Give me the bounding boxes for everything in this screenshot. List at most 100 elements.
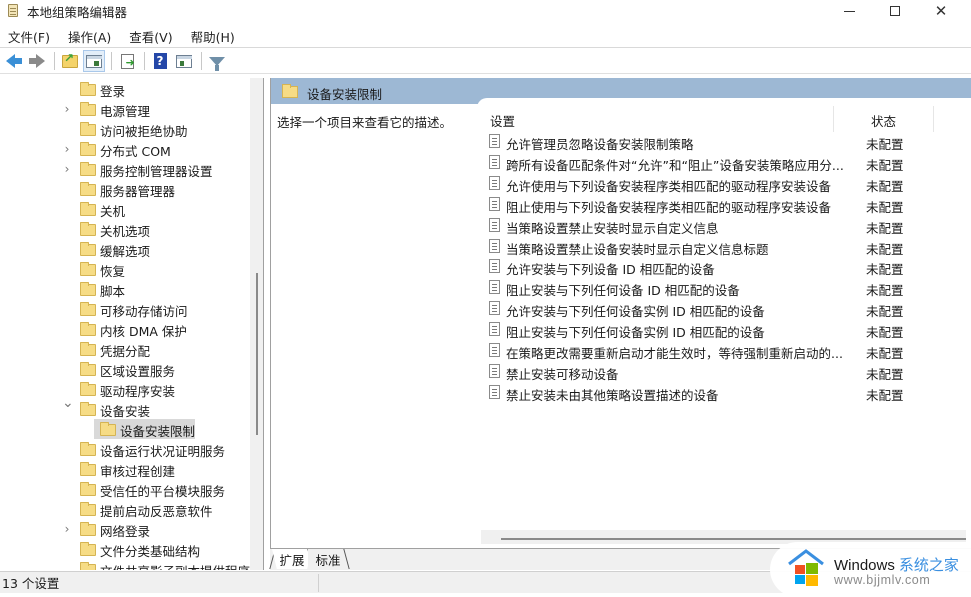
policy-row[interactable]: 允许管理员忽略设备安装限制策略 未配置 bbox=[477, 131, 957, 152]
column-divider[interactable] bbox=[933, 106, 934, 132]
tree-item-label: 驱动程序安装 bbox=[100, 384, 176, 399]
forward-button[interactable] bbox=[26, 50, 48, 72]
show-hide-console-tree-button[interactable] bbox=[83, 50, 105, 72]
back-button[interactable] bbox=[2, 50, 24, 72]
policy-row[interactable]: 阻止安装与下列任何设备实例 ID 相匹配的设备 未配置 bbox=[477, 319, 957, 340]
tree-item[interactable]: 缓解选项 bbox=[0, 239, 250, 259]
folder-icon bbox=[80, 522, 96, 536]
toolbar-separator bbox=[144, 52, 145, 70]
export-list-button[interactable] bbox=[116, 50, 138, 72]
logo-red-tile bbox=[795, 565, 805, 574]
policy-row[interactable]: 禁止安装可移动设备 未配置 bbox=[477, 361, 957, 382]
policy-setting-icon bbox=[489, 343, 500, 357]
forward-arrow-icon bbox=[28, 54, 45, 68]
folder-icon bbox=[80, 542, 96, 556]
tree-item[interactable]: 审核过程创建 bbox=[0, 459, 250, 479]
menu-file[interactable]: 文件(F) bbox=[0, 27, 58, 46]
folder-icon bbox=[80, 302, 96, 316]
help-button[interactable]: ? bbox=[149, 50, 171, 72]
tree-item[interactable]: › 网络登录 bbox=[0, 519, 250, 539]
tree-item[interactable]: 文件分类基础结构 bbox=[0, 539, 250, 559]
tab-extended[interactable]: 扩展 bbox=[272, 549, 312, 569]
up-one-level-button[interactable] bbox=[59, 50, 81, 72]
column-divider[interactable] bbox=[833, 106, 834, 132]
policy-row[interactable]: 阻止安装与下列任何设备 ID 相匹配的设备 未配置 bbox=[477, 277, 957, 298]
tree-item[interactable]: 文件共享影子副本提供程序 bbox=[0, 559, 250, 570]
policy-name: 允许安装与下列任何设备实例 ID 相匹配的设备 bbox=[506, 304, 765, 320]
filter-button[interactable] bbox=[206, 50, 228, 72]
description-text: 选择一个项目来查看它的描述。 bbox=[277, 115, 453, 130]
policy-setting-icon bbox=[489, 196, 500, 211]
maximize-button[interactable] bbox=[872, 0, 918, 22]
policy-row[interactable]: 在策略更改需要重新启动才能生效时，等待强制重新启动的... 未配置 bbox=[477, 340, 957, 361]
tree-item[interactable]: 恢复 bbox=[0, 259, 250, 279]
policy-name: 阻止安装与下列任何设备实例 ID 相匹配的设备 bbox=[506, 325, 765, 341]
tree-item[interactable]: › 电源管理 bbox=[0, 99, 250, 119]
policy-state: 未配置 bbox=[866, 387, 904, 403]
toolbar-separator bbox=[201, 52, 202, 70]
tree-item[interactable]: 设备运行状况证明服务 bbox=[0, 439, 250, 459]
policy-state: 未配置 bbox=[866, 220, 904, 236]
tree-item[interactable]: 区域设置服务 bbox=[0, 359, 250, 379]
tree-item[interactable]: 关机选项 bbox=[0, 219, 250, 239]
folder-icon bbox=[80, 122, 96, 136]
tree-item[interactable]: 关机 bbox=[0, 199, 250, 219]
policy-row[interactable]: 禁止安装未由其他策略设置描述的设备 未配置 bbox=[477, 382, 957, 403]
chevron-right-icon[interactable]: › bbox=[62, 162, 72, 176]
policy-row[interactable]: 当策略设置禁止安装时显示自定义信息 未配置 bbox=[477, 215, 957, 236]
tree-item-label: 设备安装 bbox=[100, 404, 151, 419]
policy-state: 未配置 bbox=[866, 199, 904, 215]
folder-icon bbox=[80, 362, 96, 376]
menu-help[interactable]: 帮助(H) bbox=[183, 27, 243, 46]
policy-name: 禁止安装可移动设备 bbox=[506, 366, 619, 382]
console-tree[interactable]: 登录 › 电源管理 访问被拒绝协助 › 分布式 COM › 服务控制管理器设置 服务器管理器 关机… bbox=[0, 78, 264, 570]
show-hide-action-pane-button[interactable] bbox=[173, 50, 195, 72]
chevron-right-icon[interactable]: › bbox=[62, 142, 72, 156]
tree-item[interactable]: 驱动程序安装 bbox=[0, 379, 250, 399]
policy-row[interactable]: 当策略设置禁止设备安装时显示自定义信息标题 未配置 bbox=[477, 236, 957, 257]
tree-item-label: 内核 DMA 保护 bbox=[100, 324, 187, 339]
tree-item[interactable]: 内核 DMA 保护 bbox=[0, 319, 250, 339]
tree-item[interactable]: 服务器管理器 bbox=[0, 179, 250, 199]
minimize-button[interactable] bbox=[826, 0, 872, 22]
windows-house-logo-icon bbox=[788, 549, 824, 586]
column-header-state[interactable]: 状态 bbox=[871, 111, 896, 130]
horizontal-scrollbar-thumb[interactable] bbox=[501, 538, 966, 540]
folder-icon bbox=[80, 102, 96, 116]
policy-row[interactable]: 跨所有设备匹配条件对“允许”和“阻止”设备安装策略应用分... 未配置 bbox=[477, 152, 957, 173]
tree-item-label: 脚本 bbox=[100, 284, 126, 299]
toolbar: ? bbox=[0, 49, 971, 74]
policy-row[interactable]: 允许安装与下列设备 ID 相匹配的设备 未配置 bbox=[477, 256, 957, 277]
chevron-right-icon[interactable]: › bbox=[62, 102, 72, 116]
chevron-down-icon[interactable]: ⌄ bbox=[62, 395, 74, 411]
tab-standard[interactable]: 标准 bbox=[308, 549, 348, 569]
policy-state: 未配置 bbox=[866, 346, 904, 361]
tree-item[interactable]: 设备安装限制 bbox=[0, 419, 250, 439]
tree-item-label: 设备运行状况证明服务 bbox=[100, 444, 226, 459]
policy-row[interactable]: 允许使用与下列设备安装程序类相匹配的驱动程序安装设备 未配置 bbox=[477, 173, 957, 194]
menu-action[interactable]: 操作(A) bbox=[60, 27, 119, 46]
tree-item[interactable]: 受信任的平台模块服务 bbox=[0, 479, 250, 499]
close-button[interactable]: ✕ bbox=[918, 0, 964, 22]
folder-icon bbox=[80, 502, 96, 516]
tree-item[interactable]: 提前启动反恶意软件 bbox=[0, 499, 250, 519]
tree-item[interactable]: 可移动存储访问 bbox=[0, 299, 250, 319]
column-header-setting[interactable]: 设置 bbox=[490, 111, 515, 130]
chevron-right-icon[interactable]: › bbox=[62, 522, 72, 536]
tree-item[interactable]: 访问被拒绝协助 bbox=[0, 119, 250, 139]
tree-item[interactable]: 凭据分配 bbox=[0, 339, 250, 359]
tree-item[interactable]: › 分布式 COM bbox=[0, 139, 250, 159]
policy-row[interactable]: 阻止使用与下列设备安装程序类相匹配的驱动程序安装设备 未配置 bbox=[477, 194, 957, 215]
tree-scrollbar-thumb[interactable] bbox=[256, 273, 258, 435]
house-roof bbox=[788, 549, 824, 566]
policy-row[interactable]: 允许安装与下列任何设备实例 ID 相匹配的设备 未配置 bbox=[477, 298, 957, 319]
tree-item[interactable]: 登录 bbox=[0, 79, 250, 99]
folder-icon bbox=[80, 82, 96, 96]
policy-setting-icon bbox=[489, 280, 500, 295]
tree-item[interactable]: ⌄ 设备安装 bbox=[0, 395, 250, 419]
tree-item-label: 电源管理 bbox=[100, 104, 151, 119]
policy-setting-icon bbox=[489, 259, 500, 274]
tree-item[interactable]: 脚本 bbox=[0, 279, 250, 299]
menu-view[interactable]: 查看(V) bbox=[121, 27, 180, 46]
tree-item[interactable]: › 服务控制管理器设置 bbox=[0, 159, 250, 179]
